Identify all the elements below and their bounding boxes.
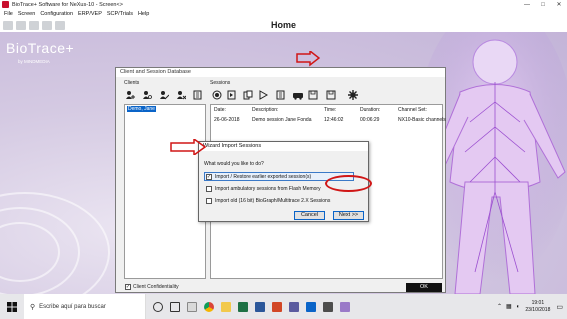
annotation-arrow-icon <box>170 139 206 155</box>
system-tray: ⌃ ▦ ◖ 19:01 23/10/2018 ▭ <box>493 294 563 319</box>
maximize-button[interactable]: □ <box>535 0 551 9</box>
task-view-icon[interactable] <box>170 301 180 312</box>
option-import-restore-checkbox[interactable]: ✓ <box>206 174 212 180</box>
cell-duration: 00:06:29 <box>360 117 380 123</box>
page-title: Home <box>270 20 296 30</box>
menu-bar: File Screen Configuration ERP/VEP SCP/Tr… <box>0 9 567 18</box>
column-header-time[interactable]: Time: <box>324 107 336 113</box>
next-button[interactable]: Next >> <box>333 211 364 220</box>
option-old-biograph-label[interactable]: Import old (16 bit) BioGraph/Multitrace … <box>215 198 330 204</box>
play-session-icon[interactable] <box>258 90 268 100</box>
search-icon: ⚲ <box>30 303 36 311</box>
sessions-table-header: Date: Description: Time: Duration: Chann… <box>211 107 444 115</box>
edit-client-icon[interactable] <box>159 90 169 100</box>
close-button[interactable]: ✕ <box>551 0 567 9</box>
table-row[interactable]: 26-06-2018 Demo session Jane Fonda 12:46… <box>211 117 446 125</box>
option-old-biograph-checkbox[interactable] <box>206 198 212 204</box>
wizard-title: Wizard Import Sessions <box>199 142 368 151</box>
chrome-icon[interactable] <box>204 301 214 312</box>
annotation-circle <box>325 175 372 192</box>
window-title: BioTrace+ Software for NeXus-10 - Screen… <box>12 1 123 8</box>
biotrace-app-icon <box>2 1 9 8</box>
biotrace-taskbar-icon[interactable] <box>340 301 350 312</box>
network-icon[interactable]: ▦ <box>506 303 512 310</box>
notification-icon[interactable]: ▭ <box>556 303 563 311</box>
db-window-title: Client and Session Database <box>116 68 445 77</box>
clock[interactable]: 19:01 23/10/2018 <box>525 300 550 314</box>
app-taskbar-icon-2[interactable] <box>289 301 299 312</box>
app-taskbar-icon[interactable] <box>187 301 197 312</box>
app-background: BioTrace+ by MINDMEDIA Client and Sessio… <box>0 32 567 294</box>
outlook-icon[interactable] <box>306 301 316 312</box>
media-icon[interactable] <box>323 301 333 312</box>
client-list-item[interactable]: Demo, Jane <box>127 106 156 112</box>
window-controls: — □ ✕ <box>519 0 567 9</box>
taskbar-search-box[interactable]: ⚲ Escribe aquí para buscar <box>24 294 146 319</box>
main-toolbar: Home <box>0 18 567 32</box>
menu-scp-trials[interactable]: SCP/Trials <box>107 11 133 17</box>
clients-label: Clients <box>124 80 140 86</box>
review-session-icon[interactable] <box>227 90 237 100</box>
client-list[interactable]: Demo, Jane <box>124 104 206 279</box>
client-confidentiality-label: Client Confidentiality <box>133 284 179 290</box>
option-import-restore-label[interactable]: Import / Restore earlier exported sessio… <box>215 174 311 180</box>
brand-logo: BioTrace+ <box>6 40 75 56</box>
minimize-button[interactable]: — <box>519 0 535 9</box>
add-client-icon[interactable] <box>125 90 135 100</box>
search-client-icon[interactable] <box>142 90 152 100</box>
cell-date: 26-06-2018 <box>214 117 240 123</box>
delete-client-icon[interactable] <box>176 90 186 100</box>
export-session-icon[interactable] <box>308 90 318 100</box>
report-icon[interactable] <box>193 90 203 100</box>
windows-logo-icon <box>7 301 17 312</box>
search-placeholder: Escribe aquí para buscar <box>39 303 106 310</box>
taskbar: ⚲ Escribe aquí para buscar ⌃ ▦ ◖ 19:01 2… <box>0 294 567 319</box>
option-ambulatory-label[interactable]: Import ambulatory sessions from Flash Me… <box>215 186 321 192</box>
explorer-icon[interactable] <box>221 301 231 312</box>
menu-configuration[interactable]: Configuration <box>40 11 73 17</box>
cancel-button[interactable]: Cancel <box>294 211 325 220</box>
annotation-arrow-icon <box>296 51 320 67</box>
cell-time: 12:46:02 <box>324 117 344 123</box>
client-confidentiality-checkbox[interactable]: ✓ <box>125 284 131 290</box>
copy-session-icon[interactable] <box>243 90 253 100</box>
volume-icon[interactable]: ◖ <box>516 304 520 310</box>
column-header-date[interactable]: Date: <box>214 107 226 113</box>
column-header-duration[interactable]: Duration: <box>360 107 380 113</box>
cell-channel-set: NX10-Basic channels <box>398 117 446 123</box>
option-ambulatory-checkbox[interactable] <box>206 186 212 192</box>
powerpoint-icon[interactable] <box>272 301 282 312</box>
ambulatory-icon[interactable] <box>293 90 303 100</box>
clock-date: 23/10/2018 <box>525 306 551 313</box>
ok-button[interactable]: OK <box>406 283 442 292</box>
start-button[interactable] <box>0 294 24 319</box>
clock-time: 19:01 <box>531 299 545 306</box>
cortana-icon[interactable] <box>153 301 163 312</box>
menu-help[interactable]: Help <box>138 11 149 17</box>
import-session-icon[interactable] <box>326 90 336 100</box>
excel-icon[interactable] <box>238 301 248 312</box>
session-report-icon[interactable] <box>276 90 286 100</box>
title-bar: BioTrace+ Software for NeXus-10 - Screen… <box>0 0 567 9</box>
wizard-question: What would you like to do? <box>204 161 264 167</box>
word-icon[interactable] <box>255 301 265 312</box>
settings-gear-icon[interactable] <box>348 90 358 100</box>
column-header-channel-set[interactable]: Channel Set: <box>398 107 427 113</box>
menu-screen[interactable]: Screen <box>18 11 35 17</box>
menu-file[interactable]: File <box>4 11 13 17</box>
record-session-icon[interactable] <box>212 90 222 100</box>
brand-by-line: by MINDMEDIA <box>18 59 50 64</box>
column-header-description[interactable]: Description: <box>252 107 278 113</box>
chevron-up-icon[interactable]: ⌃ <box>497 303 502 310</box>
menu-erp-vep[interactable]: ERP/VEP <box>78 11 102 17</box>
sessions-label: Sessions <box>210 80 231 86</box>
cell-description: Demo session Jane Fonda <box>252 117 312 123</box>
